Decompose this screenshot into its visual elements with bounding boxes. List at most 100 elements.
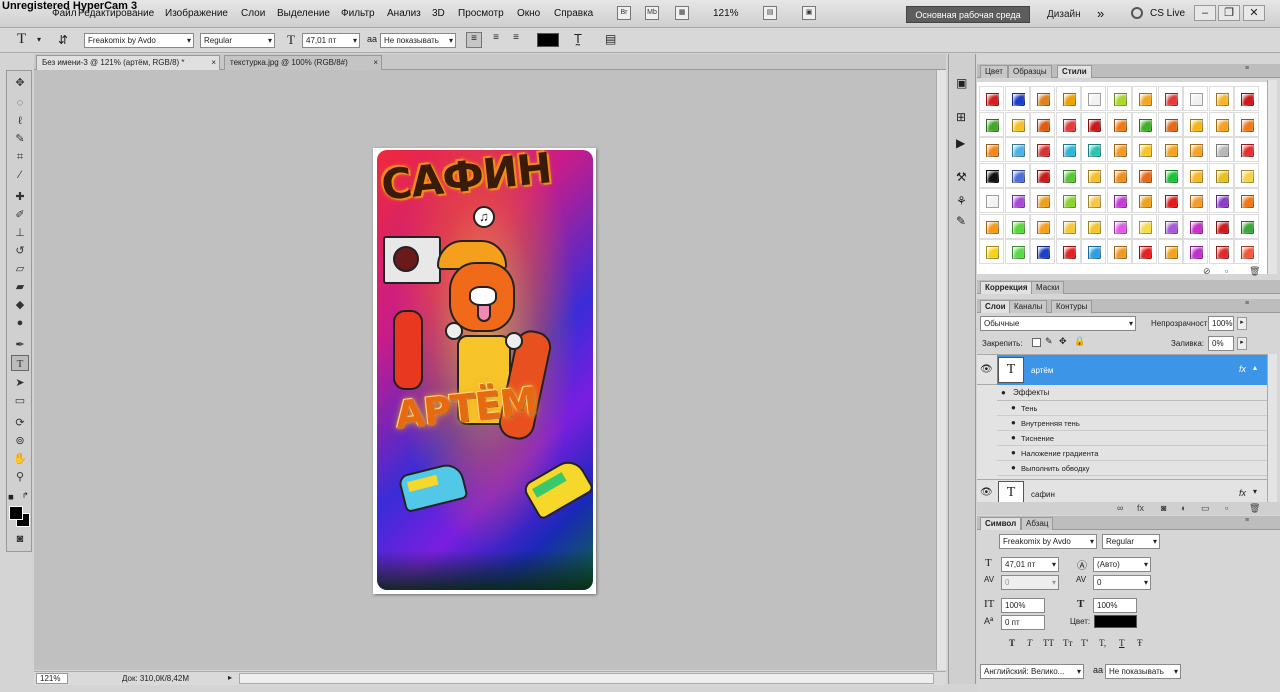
fill-field[interactable]: 0% [1208, 336, 1234, 351]
char-kerning-field[interactable]: 0 [1001, 575, 1059, 590]
eyedropper-tool-icon[interactable]: ⁄ [11, 167, 29, 183]
layer-name[interactable]: сафин [1031, 490, 1055, 499]
style-swatch[interactable] [1081, 137, 1106, 162]
fx-icon[interactable]: fx [1239, 364, 1246, 374]
canvas-horizontal-scrollbar[interactable] [239, 673, 934, 684]
tab-document-2[interactable]: текстурка.jpg @ 100% (RGB/8#) × [224, 55, 382, 70]
style-swatch[interactable] [1132, 213, 1157, 239]
healing-brush-icon[interactable]: ✚ [11, 189, 29, 205]
small-caps-icon[interactable]: Tт [1063, 638, 1072, 648]
style-swatch[interactable] [1132, 239, 1157, 264]
blur-tool-icon[interactable]: ◆ [11, 297, 29, 313]
style-swatch[interactable] [1157, 111, 1183, 137]
clone-stamp-icon[interactable]: ⊥ [11, 225, 29, 241]
swap-colors-icon[interactable]: ↱ [22, 491, 29, 500]
faux-italic-icon[interactable]: T [1027, 638, 1032, 648]
style-swatch[interactable] [1132, 111, 1157, 137]
lock-transparency-icon[interactable] [1032, 338, 1041, 347]
style-swatch[interactable] [1030, 188, 1055, 213]
menu-3d[interactable]: 3D [432, 8, 445, 19]
close-tab-icon[interactable]: × [211, 56, 216, 70]
style-swatch[interactable] [1106, 239, 1132, 264]
style-swatch[interactable] [1055, 137, 1081, 162]
menu-filter[interactable]: Фильтр [341, 8, 375, 19]
menu-view[interactable]: Просмотр [458, 8, 504, 19]
style-swatch[interactable] [1004, 137, 1030, 162]
effect-row-shadow[interactable]: ● Тень [997, 401, 1267, 416]
eye-icon[interactable]: 👁 [980, 487, 993, 498]
tab-character[interactable]: Символ [980, 517, 1022, 530]
clear-style-icon[interactable]: ⊘ [1203, 266, 1211, 277]
style-swatch[interactable] [1183, 213, 1208, 239]
marquee-tool-icon[interactable]: ◌ [11, 95, 29, 111]
style-swatch[interactable] [1157, 213, 1183, 239]
menu-select[interactable]: Выделение [277, 8, 330, 19]
style-swatch[interactable] [1106, 86, 1132, 111]
style-swatch[interactable] [1030, 213, 1055, 239]
quick-select-icon[interactable]: ✎ [11, 131, 29, 147]
style-swatch[interactable] [1004, 213, 1030, 239]
all-caps-icon[interactable]: TT [1043, 638, 1054, 648]
foreground-color-swatch[interactable] [9, 506, 23, 520]
screen-mode-icon[interactable]: ▣ [802, 6, 816, 20]
pen-tool-icon[interactable]: ✒ [11, 337, 29, 353]
char-baseline-field[interactable]: 0 пт [1001, 615, 1045, 630]
strikethrough-icon[interactable]: Ŧ [1137, 638, 1143, 648]
style-swatch[interactable] [979, 162, 1004, 188]
move-tool-icon[interactable]: ✥ [11, 75, 29, 91]
menu-help[interactable]: Справка [554, 8, 593, 19]
minibridge-icon[interactable]: Mb [645, 6, 659, 20]
opacity-field[interactable]: 100% [1208, 316, 1234, 331]
style-swatch[interactable] [1081, 239, 1106, 264]
style-swatch[interactable] [1106, 137, 1132, 162]
character-panel-icon[interactable]: ▤ [605, 32, 616, 46]
font-style-select[interactable]: Regular [200, 33, 275, 48]
style-swatch[interactable] [1132, 162, 1157, 188]
zoom-level[interactable]: 121% [713, 8, 739, 19]
more-workspaces-icon[interactable]: » [1097, 6, 1104, 21]
add-mask-icon[interactable]: ◙ [1161, 503, 1166, 513]
lasso-tool-icon[interactable]: ℓ [11, 113, 29, 129]
style-swatch[interactable] [1208, 188, 1234, 213]
menu-image[interactable]: Изображение [165, 8, 228, 19]
style-swatch[interactable] [1234, 137, 1259, 162]
layers-scrollbar[interactable] [1267, 354, 1277, 502]
tab-document-1[interactable]: Без имени-3 @ 121% (артём, RGB/8) * × [36, 55, 220, 70]
style-swatch[interactable] [1055, 239, 1081, 264]
style-swatch[interactable] [979, 86, 1004, 111]
char-language-select[interactable]: Английский: Велико... [980, 664, 1084, 679]
style-swatch[interactable] [1208, 86, 1234, 111]
effect-row-inner-shadow[interactable]: ● Внутренняя тень [997, 416, 1267, 431]
default-colors-icon[interactable]: ◼ [8, 493, 14, 501]
style-swatch[interactable] [1208, 111, 1234, 137]
eye-icon[interactable]: ● [1011, 433, 1016, 442]
arrange-documents-icon[interactable]: ▤ [763, 6, 777, 20]
eye-icon[interactable]: ● [1011, 403, 1016, 412]
style-swatch[interactable] [1081, 162, 1106, 188]
style-swatch[interactable] [1004, 111, 1030, 137]
style-swatch[interactable] [1208, 239, 1234, 264]
style-swatch[interactable] [1055, 213, 1081, 239]
adjustment-layer-icon[interactable]: ◐ [1181, 503, 1186, 513]
tab-paragraph[interactable]: Абзац [1021, 517, 1054, 530]
close-window-button[interactable]: ✕ [1243, 5, 1265, 21]
new-style-icon[interactable]: ▫ [1225, 266, 1228, 276]
tab-layers[interactable]: Слои [980, 300, 1011, 313]
char-antialias-select[interactable]: Не показывать [1105, 664, 1181, 679]
opacity-slider-icon[interactable]: ▸ [1237, 317, 1247, 330]
add-style-icon[interactable]: fx [1137, 503, 1144, 513]
underline-icon[interactable]: T [1119, 638, 1125, 648]
fill-slider-icon[interactable]: ▸ [1237, 337, 1247, 350]
hand-tool-icon[interactable]: ✋ [11, 451, 29, 467]
style-swatch[interactable] [1157, 162, 1183, 188]
layer-name[interactable]: артём [1031, 366, 1053, 375]
menu-window[interactable]: Окно [517, 8, 540, 19]
type-tool-preset-icon[interactable]: T [17, 31, 26, 48]
style-swatch[interactable] [1208, 137, 1234, 162]
style-swatch[interactable] [979, 137, 1004, 162]
style-swatch[interactable] [1106, 213, 1132, 239]
char-tracking-field[interactable]: 0 [1093, 575, 1151, 590]
style-swatch[interactable] [1106, 162, 1132, 188]
tab-adjustments[interactable]: Коррекция [980, 281, 1033, 294]
style-swatch[interactable] [1004, 188, 1030, 213]
